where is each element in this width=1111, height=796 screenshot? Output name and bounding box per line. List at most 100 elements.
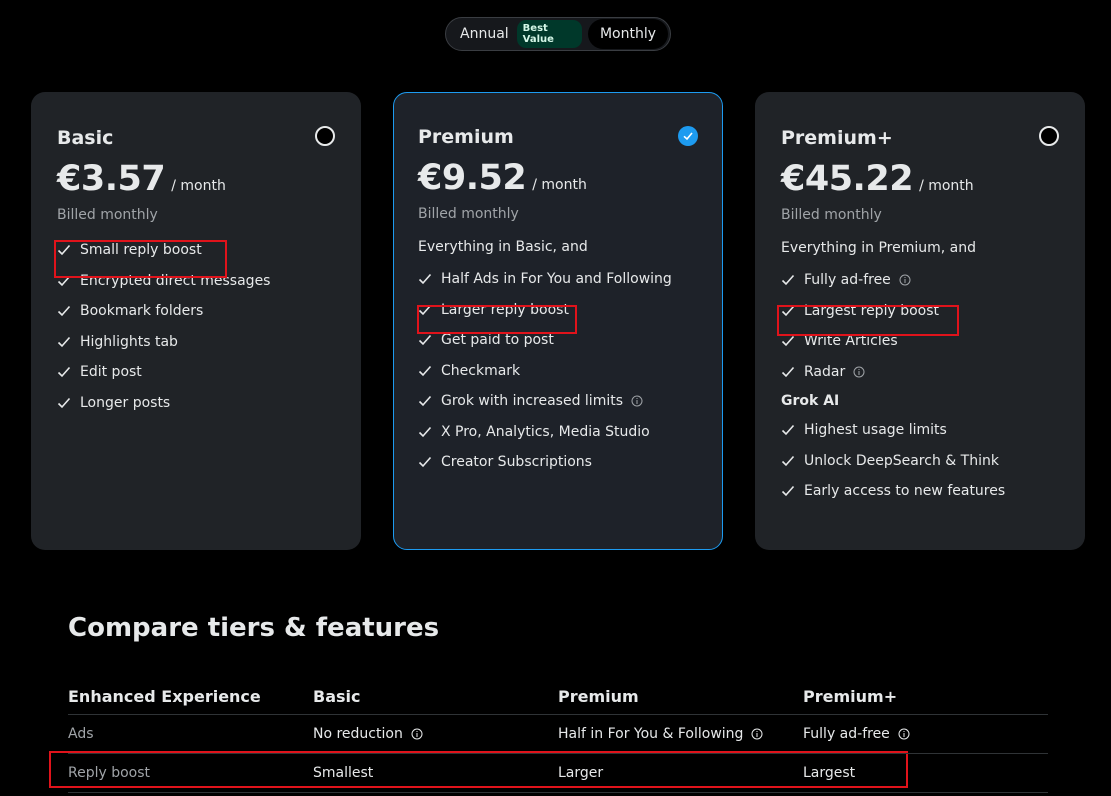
plan-name: Basic [57,127,114,149]
feature-label: Fully ad-free [804,272,891,289]
plan-radio-premium[interactable] [678,126,698,146]
header-cell: Premium+ [803,686,898,706]
feature-label: Creator Subscriptions [441,454,592,471]
check-icon [418,457,432,468]
feature-item: Early access to new features [781,476,1059,507]
feature-label: X Pro, Analytics, Media Studio [441,423,650,440]
plan-card-basic[interactable]: Basic €3.57 / month Billed monthly Small… [31,92,361,550]
check-icon [418,274,432,285]
annual-label: Annual [460,26,509,42]
check-icon [781,486,795,497]
feature-label: Grok with increased limits [441,393,624,410]
check-icon [57,336,71,347]
feature-label: Unlock DeepSearch & Think [804,452,999,469]
check-icon [418,365,432,376]
table-cell: Larger [558,765,604,781]
check-icon [418,335,432,346]
feature-item: Highest usage limits [781,415,1059,446]
annual-option[interactable]: Annual Best Value [448,20,588,48]
plan-radio-basic[interactable] [315,126,335,146]
info-icon[interactable] [899,274,911,286]
check-icon [418,396,432,407]
cell-value: No reduction [313,726,403,742]
feature-label: Early access to new features [804,483,1006,500]
feature-item: Grok with increased limits [418,386,698,417]
price-period: / month [919,178,974,194]
feature-item: Creator Subscriptions [418,447,698,478]
feature-label: Longer posts [80,394,171,411]
feature-item: Unlock DeepSearch & Think [781,446,1059,477]
plan-card-premium[interactable]: Premium €9.52 / month Billed monthly Eve… [393,92,723,550]
table-cell: Largest [803,765,856,781]
feature-item: Longer posts [57,388,335,419]
feature-item: Encrypted direct messages [57,266,335,297]
price-period: / month [532,177,587,193]
feature-list: Fully ad-free Largest reply boost Write … [781,265,1059,387]
info-icon[interactable] [898,728,910,740]
row-label: Reply boost [68,765,151,781]
table-header-row: Enhanced Experience Basic Premium Premiu… [68,678,1048,715]
feature-item: Write Articles [781,326,1059,357]
feature-label: Edit post [80,364,142,381]
feature-label: Half Ads in For You and Following [441,271,672,288]
plan-price: €45.22 [781,159,914,199]
plan-intro: Everything in Basic, and [418,239,588,255]
feature-item: Bookmark folders [57,296,335,327]
check-icon [57,367,71,378]
feature-item: Radar [781,357,1059,388]
cell-value: Fully ad-free [803,726,890,742]
check-icon [781,305,795,316]
info-icon[interactable] [411,728,423,740]
feature-list: Half Ads in For You and Following Larger… [418,264,698,478]
feature-item: Small reply boost [57,235,335,266]
monthly-option[interactable]: Monthly [587,19,668,49]
feature-item: Largest reply boost [781,296,1059,327]
table-row: Reply boost Smallest Larger Largest [68,754,1048,793]
table-cell: No reduction [313,726,558,742]
header-cell: Basic [313,686,361,706]
plan-radio-premium-plus[interactable] [1039,126,1059,146]
check-icon [418,304,432,315]
plan-name: Premium [418,126,514,148]
feature-label: Encrypted direct messages [80,272,271,289]
table-cell: Smallest [313,765,374,781]
info-icon[interactable] [853,366,865,378]
check-icon [57,275,71,286]
header-cell: Enhanced Experience [68,686,261,706]
cell-value: Half in For You & Following [558,726,744,742]
billing-note: Billed monthly [57,207,158,223]
feature-label: Checkmark [441,362,521,379]
info-icon[interactable] [751,728,763,740]
price-period: / month [171,178,226,194]
feature-label: Bookmark folders [80,303,204,320]
plan-price: €9.52 [418,158,527,198]
checkmark-icon [683,132,693,141]
feature-label: Highlights tab [80,333,178,350]
feature-label: Radar [804,363,846,380]
table-cell: Fully ad-free [803,726,1048,742]
check-icon [57,306,71,317]
plan-intro: Everything in Premium, and [781,240,976,256]
feature-label: Highest usage limits [804,422,947,439]
table-cell: Half in For You & Following [558,726,803,742]
feature-label: Write Articles [804,333,898,350]
feature-label: Larger reply boost [441,301,569,318]
header-cell: Premium [558,686,639,706]
best-value-badge: Best Value [516,20,582,48]
compare-table: Enhanced Experience Basic Premium Premiu… [68,678,1048,793]
grok-ai-heading: Grok AI [781,393,840,409]
plan-card-premium-plus[interactable]: Premium+ €45.22 / month Billed monthly E… [755,92,1085,550]
feature-label: Small reply boost [80,242,202,259]
feature-item: Fully ad-free [781,265,1059,296]
billing-note: Billed monthly [418,206,519,222]
check-icon [781,336,795,347]
check-icon [57,245,71,256]
feature-item: Larger reply boost [418,295,698,326]
check-icon [781,366,795,377]
feature-label: Get paid to post [441,332,554,349]
feature-item: Get paid to post [418,325,698,356]
check-icon [57,397,71,408]
feature-item: Half Ads in For You and Following [418,264,698,295]
info-icon[interactable] [631,395,643,407]
feature-item: X Pro, Analytics, Media Studio [418,417,698,448]
